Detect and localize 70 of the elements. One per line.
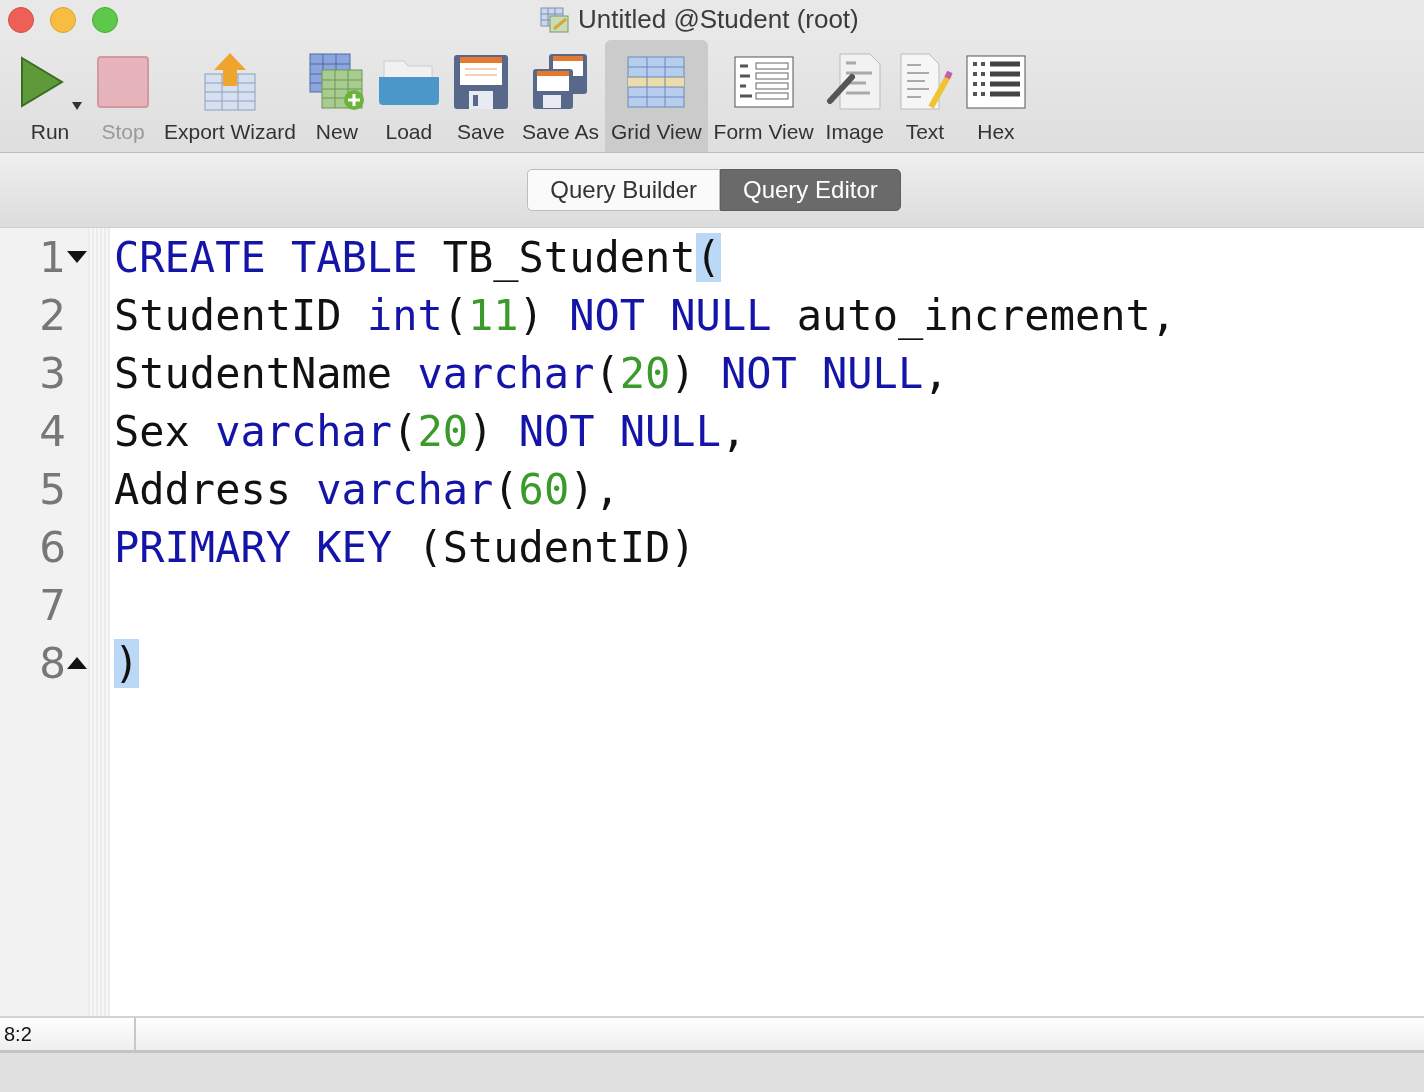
code-text: TB_Student — [441, 232, 696, 282]
code-text: ( — [594, 348, 620, 398]
number-text: 20 — [417, 406, 469, 456]
keyword-text: NOT NULL — [569, 290, 772, 340]
close-button[interactable] — [8, 7, 34, 33]
code-text: StudentID — [114, 290, 343, 340]
unfold-arrow-icon[interactable] — [67, 657, 87, 669]
window-title: Untitled @Student (root) — [578, 4, 859, 35]
code-text: ) — [670, 348, 697, 398]
keyword-text: NOT NULL — [720, 348, 924, 398]
export-icon — [201, 52, 258, 112]
hex-list-icon — [965, 55, 1026, 109]
keyword-text: varchar — [215, 406, 393, 456]
toolbar-button[interactable]: New — [301, 40, 372, 152]
code-text: ) — [518, 290, 545, 340]
line-number: 5 — [38, 464, 66, 514]
toolbar-button[interactable]: Text — [889, 40, 960, 152]
folder-icon — [377, 57, 440, 107]
cursor-position: 8:2 — [0, 1018, 136, 1050]
line-number: 1 — [38, 232, 66, 282]
keyword-text: NOT NULL — [518, 406, 721, 456]
line-number: 3 — [38, 348, 66, 398]
code-text: (StudentID) — [416, 522, 696, 572]
number-text: 11 — [468, 290, 519, 340]
toolbar-button[interactable]: Export Wizard — [158, 40, 302, 152]
binary-file-icon — [825, 53, 884, 111]
toolbar-button[interactable]: Grid View — [604, 40, 708, 152]
matched-bracket: ) — [114, 638, 140, 688]
line-number: 7 — [38, 580, 66, 630]
line-number: 2 — [38, 290, 66, 340]
toolbar-button[interactable]: Save As — [515, 40, 605, 152]
toolbar-button[interactable]: Save — [445, 40, 516, 152]
code-text: ( — [442, 290, 469, 340]
table-edit-icon — [540, 6, 570, 33]
number-text: 60 — [518, 464, 570, 514]
number-text: 20 — [619, 348, 671, 398]
mode-tab[interactable]: Query Builder — [527, 169, 720, 211]
code-text: , — [720, 406, 747, 456]
keyword-text: PRIMARY KEY — [114, 522, 393, 572]
toolbar-button[interactable]: Form View — [707, 40, 820, 152]
code-text: Sex — [114, 406, 191, 456]
line-number: 4 — [38, 406, 66, 456]
keyword-text: varchar — [417, 348, 595, 398]
keyword-text: varchar — [316, 464, 494, 514]
code-text: ( — [392, 406, 418, 456]
line-number: 6 — [38, 522, 66, 572]
keyword-text: CREATE TABLE — [114, 232, 418, 282]
form-icon — [733, 56, 794, 108]
code-text: Address — [114, 464, 292, 514]
zoom-button[interactable] — [92, 7, 118, 33]
line-number: 8 — [38, 638, 66, 688]
keyword-text: int — [366, 290, 443, 340]
fold-arrow-icon[interactable] — [67, 251, 87, 263]
toolbar-button[interactable]: Load — [371, 40, 446, 152]
code-text: ), — [569, 464, 620, 514]
code-text: , — [923, 348, 949, 398]
code-text: StudentName — [114, 348, 394, 398]
new-table-icon — [307, 52, 366, 112]
toolbar-button[interactable]: Hex — [959, 40, 1032, 152]
mode-tab[interactable]: Query Editor — [720, 169, 901, 211]
minimize-button[interactable] — [50, 7, 76, 33]
code-text: ( — [493, 464, 519, 514]
toolbar-button[interactable]: Run — [12, 40, 88, 152]
grid-icon — [627, 56, 686, 108]
code-text: auto_increment, — [795, 290, 1177, 340]
stop-icon — [96, 55, 150, 109]
matched-bracket: ( — [695, 232, 721, 282]
code-text: ) — [468, 406, 495, 456]
floppy-disks-icon — [531, 53, 590, 111]
toolbar-button[interactable]: Image — [819, 40, 890, 152]
